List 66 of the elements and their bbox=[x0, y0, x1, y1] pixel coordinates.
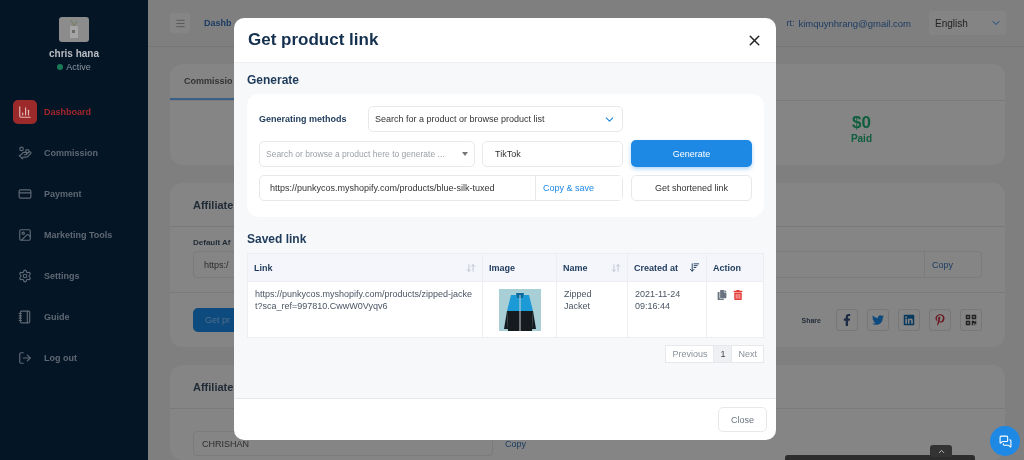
linkedin-icon bbox=[903, 314, 915, 326]
section-title: Saved link bbox=[247, 232, 308, 246]
chat-icon bbox=[998, 434, 1012, 448]
copy-button[interactable]: Copy bbox=[505, 438, 526, 449]
qr-code-icon bbox=[965, 314, 977, 326]
credit-card-icon bbox=[18, 187, 32, 201]
copy-button[interactable]: Copy bbox=[924, 252, 981, 277]
hand-coins-icon bbox=[18, 146, 32, 160]
image-icon bbox=[18, 228, 32, 242]
card-title: Affiliate bbox=[193, 380, 234, 393]
menu-icon bbox=[174, 17, 186, 29]
user-name: chris hana bbox=[49, 48, 99, 59]
twitter-button[interactable] bbox=[867, 309, 889, 331]
pinterest-button[interactable] bbox=[929, 309, 951, 331]
table-cell: https://punkycos.myshopify.com/products/zipped-jacket?sca_ref=997810.CwwW0Vyqv6 bbox=[248, 281, 483, 337]
method-select[interactable]: Search for a product or browse product list bbox=[368, 106, 623, 132]
email-link[interactable]: kimquynhrang@gmail.com bbox=[798, 17, 911, 29]
close-button[interactable]: Close bbox=[718, 407, 767, 432]
paid-amount: $0 bbox=[851, 113, 871, 133]
language-select[interactable]: English bbox=[929, 11, 1006, 35]
settings-icon bbox=[18, 269, 32, 283]
pinterest-icon bbox=[934, 314, 946, 326]
sidebar-item[interactable]: Marketing Tools bbox=[13, 223, 148, 247]
copy-save-button[interactable]: Copy & save bbox=[535, 176, 622, 200]
sidebar-item[interactable]: Dashboard bbox=[13, 100, 148, 124]
sidebar-item[interactable]: Payment bbox=[13, 182, 148, 206]
notebook-icon bbox=[18, 310, 32, 324]
trash-icon[interactable] bbox=[733, 290, 743, 300]
field-label: Generating methods bbox=[259, 114, 348, 124]
sidebar-item[interactable]: Commission bbox=[13, 141, 148, 165]
generate-button[interactable]: Generate bbox=[631, 140, 752, 167]
linkedin-button[interactable] bbox=[898, 309, 920, 331]
sort-descending-icon[interactable] bbox=[689, 262, 700, 273]
expand-button[interactable] bbox=[930, 445, 952, 457]
card-title: Affiliate bbox=[193, 198, 234, 211]
twitter-icon bbox=[872, 314, 884, 326]
column-header: Action bbox=[707, 254, 764, 281]
modal-title: Get product link bbox=[248, 30, 379, 50]
source-field[interactable]: TikTok bbox=[482, 140, 623, 167]
column-header: Image bbox=[483, 254, 557, 281]
sidebar-item[interactable]: Guide bbox=[13, 305, 148, 329]
section-title: Generate bbox=[247, 73, 301, 87]
pagination-button[interactable]: Previous bbox=[665, 345, 715, 363]
field-label: Default Af bbox=[193, 238, 231, 247]
column-header: Created at bbox=[628, 254, 707, 281]
table-cell: 2021-11-24 09:16:44 bbox=[628, 281, 707, 337]
column-header: Link bbox=[248, 254, 483, 281]
sidebar-item[interactable]: Log out bbox=[13, 346, 148, 370]
product-url-field[interactable]: https://punkycos.myshopify.com/products/blue-silk-tuxed Copy & save bbox=[259, 175, 623, 201]
breadcrumb[interactable]: Dashb bbox=[204, 18, 232, 28]
bar-chart-icon bbox=[18, 105, 32, 119]
table-cell: Zipped Jacket bbox=[557, 281, 628, 337]
sidebar-item[interactable]: Settings bbox=[13, 264, 148, 288]
logout-icon bbox=[18, 351, 32, 365]
pagination-button[interactable]: Next bbox=[731, 345, 764, 363]
facebook-button[interactable] bbox=[836, 309, 858, 331]
facebook-icon bbox=[841, 314, 853, 326]
qr-code-button[interactable] bbox=[960, 309, 982, 331]
product-search-field[interactable]: Search or browse a product here to generate ... bbox=[259, 140, 475, 167]
paid-label: Paid bbox=[850, 133, 872, 144]
user-status: Active bbox=[57, 62, 91, 72]
caret-down-icon bbox=[462, 151, 468, 156]
column-header: Name bbox=[557, 254, 628, 281]
contact-label: rt: bbox=[786, 18, 795, 28]
copy-icon[interactable] bbox=[717, 290, 727, 300]
shorten-link-button[interactable]: Get shortened link bbox=[631, 175, 752, 201]
